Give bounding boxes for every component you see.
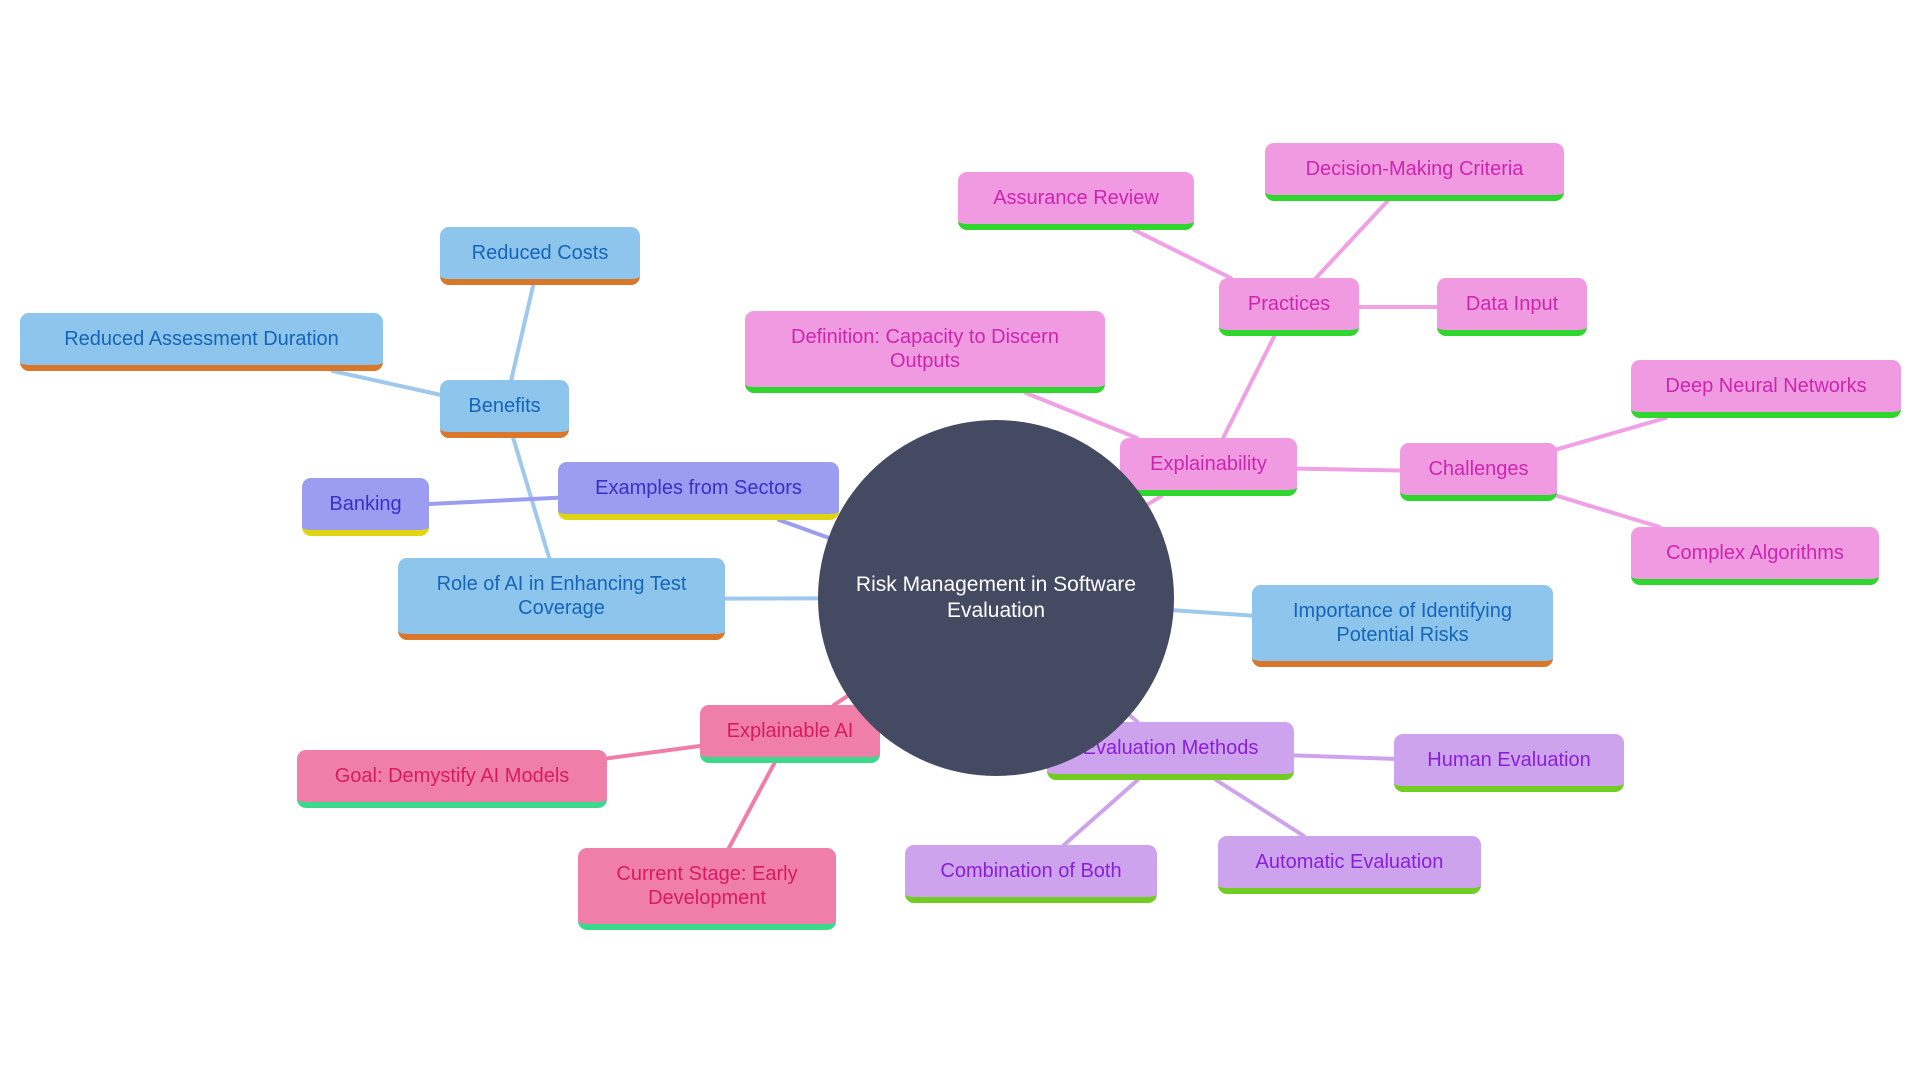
edge-banking-to-examples-from-sectors	[427, 495, 560, 506]
node-importance-of-identifying[interactable]: Importance of Identifying Potential Risk…	[1252, 585, 1553, 667]
node-assurance-review[interactable]: Assurance Review	[958, 172, 1194, 230]
edge-practices-to-explainability	[1221, 334, 1277, 440]
edge-decision-making-criteria-to-practices	[1313, 199, 1390, 280]
node-center-center[interactable]: Risk Management in Software Evaluation	[818, 420, 1174, 776]
edge-center-to-importance-of-identifying	[1171, 608, 1254, 618]
node-examples-from-sectors[interactable]: Examples from Sectors	[558, 462, 839, 520]
edge-reduced-assessment-duration-to-benefits	[330, 369, 442, 397]
node-role-of-ai[interactable]: Role of AI in Enhancing Test Coverage	[398, 558, 725, 640]
node-deep-neural-networks[interactable]: Deep Neural Networks	[1631, 360, 1901, 418]
node-goal-demystify[interactable]: Goal: Demystify AI Models	[297, 750, 607, 808]
node-complex-algorithms[interactable]: Complex Algorithms	[1631, 527, 1879, 585]
node-definition-capacity[interactable]: Definition: Capacity to Discern Outputs	[745, 311, 1105, 393]
node-automatic-evaluation[interactable]: Automatic Evaluation	[1218, 836, 1481, 894]
edge-evaluation-methods-to-human-evaluation	[1292, 753, 1396, 761]
node-benefits[interactable]: Benefits	[440, 380, 569, 438]
edge-challenges-to-complex-algorithms	[1555, 493, 1662, 529]
edge-explainability-to-challenges	[1295, 466, 1402, 473]
edge-evaluation-methods-to-combination-of-both	[1061, 778, 1140, 847]
edge-center-to-evaluation-methods	[1127, 713, 1140, 724]
node-banking[interactable]: Banking	[302, 478, 429, 536]
edge-goal-demystify-to-explainable-ai	[605, 743, 702, 761]
edge-examples-from-sectors-to-center	[777, 518, 831, 540]
node-practices[interactable]: Practices	[1219, 278, 1359, 336]
node-current-stage[interactable]: Current Stage: Early Development	[578, 848, 836, 930]
edge-reduced-costs-to-benefits	[509, 283, 536, 382]
edge-explainable-ai-to-current-stage	[726, 761, 777, 850]
node-reduced-costs[interactable]: Reduced Costs	[440, 227, 640, 285]
node-decision-making-criteria[interactable]: Decision-Making Criteria	[1265, 143, 1564, 201]
node-human-evaluation[interactable]: Human Evaluation	[1394, 734, 1624, 792]
node-reduced-assessment-duration[interactable]: Reduced Assessment Duration	[20, 313, 383, 371]
edge-challenges-to-deep-neural-networks	[1555, 416, 1668, 452]
mindmap-canvas: Reduced Costs Reduced Assessment Duration…	[0, 0, 1920, 1080]
edge-benefits-to-role-of-ai	[511, 436, 552, 560]
node-explainability[interactable]: Explainability	[1120, 438, 1297, 496]
edge-evaluation-methods-to-automatic-evaluation	[1214, 778, 1306, 838]
edge-explainable-ai-to-center	[831, 694, 850, 707]
node-explainable-ai[interactable]: Explainable AI	[700, 705, 880, 763]
node-combination-of-both[interactable]: Combination of Both	[905, 845, 1157, 903]
node-data-input[interactable]: Data Input	[1437, 278, 1587, 336]
node-challenges[interactable]: Challenges	[1400, 443, 1557, 501]
edge-assurance-review-to-practices	[1132, 228, 1233, 280]
edge-explainability-to-center	[1145, 494, 1164, 507]
